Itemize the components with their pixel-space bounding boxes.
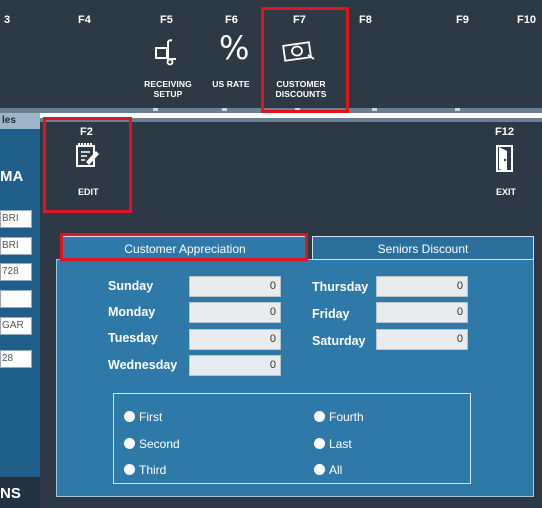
fkey-f4[interactable]: F4 <box>78 14 91 26</box>
thursday-input[interactable]: 0 <box>376 276 468 297</box>
radio-third-button[interactable] <box>124 464 135 475</box>
edit-highlight <box>43 117 132 213</box>
radio-second[interactable]: Second <box>124 437 180 451</box>
radio-third[interactable]: Third <box>124 463 166 477</box>
radio-last[interactable]: Last <box>314 437 352 451</box>
radio-first[interactable]: First <box>124 410 162 424</box>
tuesday-input[interactable]: 0 <box>189 329 281 350</box>
background-field-1[interactable]: BRI <box>0 210 32 228</box>
wednesday-input[interactable]: 0 <box>189 355 281 376</box>
door-exit-icon <box>496 145 513 172</box>
radio-second-button[interactable] <box>124 438 135 449</box>
dolly-icon <box>155 39 176 66</box>
fkey-f10[interactable]: F10 <box>517 14 536 26</box>
fkey-f6: F6 <box>225 14 238 26</box>
fkey-f8[interactable]: F8 <box>359 14 372 26</box>
customer-discounts-highlight <box>261 7 349 113</box>
radio-first-button[interactable] <box>124 411 135 422</box>
background-heading-2: NS <box>0 485 21 502</box>
monday-label: Monday <box>108 305 156 319</box>
fkey-3[interactable]: 3 <box>4 14 10 26</box>
friday-label: Friday <box>312 307 350 321</box>
radio-third-label: Third <box>139 463 167 477</box>
background-field-6[interactable]: 28 <box>0 350 32 368</box>
radio-all-label: All <box>329 463 343 477</box>
receiving-setup-label-line2: SETUP <box>153 89 183 99</box>
radio-fourth-label: Fourth <box>329 410 364 424</box>
thursday-label: Thursday <box>312 280 369 294</box>
background-footer: NS <box>0 477 40 508</box>
radio-last-label: Last <box>329 437 352 451</box>
radio-last-button[interactable] <box>314 438 325 449</box>
monday-input[interactable]: 0 <box>189 302 281 323</box>
customer-appreciation-highlight <box>60 233 308 261</box>
saturday-input[interactable]: 0 <box>376 329 468 350</box>
wednesday-label: Wednesday <box>108 358 178 372</box>
tab-seniors-discount[interactable]: Seniors Discount <box>312 236 534 260</box>
us-rate-label: US RATE <box>212 79 250 89</box>
radio-fourth-button[interactable] <box>314 411 325 422</box>
tuesday-label: Tuesday <box>108 331 158 345</box>
percent-icon: % <box>219 29 250 67</box>
fkey-f5: F5 <box>160 14 173 26</box>
radio-first-label: First <box>139 410 163 424</box>
sunday-input[interactable]: 0 <box>189 276 281 297</box>
background-field-2[interactable]: BRI <box>0 237 32 255</box>
sunday-label: Sunday <box>108 279 154 293</box>
background-field-4[interactable] <box>0 290 32 308</box>
radio-fourth[interactable]: Fourth <box>314 410 364 424</box>
friday-input[interactable]: 0 <box>376 302 468 323</box>
radio-second-label: Second <box>139 437 180 451</box>
background-field-5[interactable]: GAR <box>0 317 32 335</box>
background-heading-1: MA <box>0 168 24 185</box>
radio-all[interactable]: All <box>314 463 342 477</box>
background-field-3[interactable]: 728 <box>0 263 32 281</box>
background-tab[interactable]: les <box>0 113 40 129</box>
fkey-f9[interactable]: F9 <box>456 14 469 26</box>
exit-label: EXIT <box>496 187 517 197</box>
receiving-setup-label-line1: RECEIVING <box>144 79 192 89</box>
radio-all-button[interactable] <box>314 464 325 475</box>
saturday-label: Saturday <box>312 334 366 348</box>
fkey-f12: F12 <box>495 126 514 138</box>
